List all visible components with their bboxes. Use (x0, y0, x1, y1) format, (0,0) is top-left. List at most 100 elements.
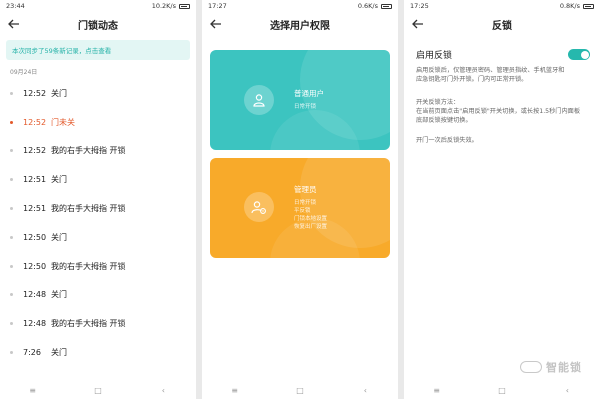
battery-icon (179, 3, 190, 9)
log-time: 12:51 (23, 204, 47, 214)
log-event: 我的右手大拇指 开锁 (51, 146, 126, 156)
timeline-dot (10, 91, 13, 95)
system-nav-bar: ≡ □ ‹ (404, 381, 600, 399)
watermark: 智能锁 (520, 359, 582, 375)
log-time: 12:52 (23, 146, 47, 156)
timeline-dot (10, 293, 13, 297)
card-permission: 日常开锁 (294, 104, 317, 110)
timeline-dot (10, 351, 13, 355)
log-time: 12:52 (23, 88, 47, 98)
network-speed: 10.2K/s (151, 2, 176, 10)
back-nav-button[interactable]: ‹ (559, 386, 575, 395)
app-bar: 选择用户权限 (202, 12, 398, 36)
log-row[interactable]: 12:52 我的右手大拇指 开锁 (0, 137, 196, 166)
log-event: 关门 (51, 232, 67, 242)
back-arrow-icon[interactable] (210, 17, 226, 31)
log-row[interactable]: 12:51 我的右手大拇指 开锁 (0, 194, 196, 223)
home-nav-button[interactable]: □ (90, 386, 106, 395)
card-title: 管理员 (294, 185, 317, 194)
log-time: 7:26 (23, 348, 41, 358)
timeline-dot (10, 120, 13, 124)
back-arrow-icon[interactable] (8, 17, 24, 31)
toggle-label: 启用反锁 (416, 51, 453, 61)
log-row-alert[interactable]: 12:52 门未关 (0, 108, 196, 137)
home-nav-button[interactable]: □ (494, 386, 510, 395)
log-row[interactable]: 12:50 关门 (0, 223, 196, 252)
log-row[interactable]: 12:50 我的右手大拇指 开锁 (0, 252, 196, 281)
activity-log: 12:52 关门 12:52 门未关 12:52 我的右手大拇指 开锁 12:51 关门… (0, 79, 196, 367)
status-time: 17:27 (208, 2, 227, 10)
system-nav-bar: ≡ □ ‹ (202, 381, 398, 399)
log-event: 我的右手大拇指 开锁 (51, 261, 126, 271)
back-nav-button[interactable]: ‹ (155, 386, 171, 395)
log-time: 12:48 (23, 290, 47, 300)
deadlock-settings-screen: 17:25 0.8K/s 反锁 启用反锁 启用反锁后，仅管理员密码、管理员指纹、… (404, 0, 600, 399)
network-speed: 0.6K/s (357, 2, 378, 10)
menu-nav-button[interactable]: ≡ (429, 386, 445, 395)
timeline-dot (10, 149, 13, 153)
status-bar: 23:44 10.2K/s (0, 0, 196, 12)
card-permission: 恢复出厂设置 (294, 224, 328, 230)
admin-card[interactable]: 管理员 日常开锁 平反锁 门锁本地设置 恢复出厂设置 (210, 158, 390, 258)
timeline-dot (10, 178, 13, 182)
battery-icon (583, 3, 594, 9)
card-permission: 门锁本地设置 (294, 216, 328, 222)
log-row[interactable]: 12:52 关门 (0, 79, 196, 108)
menu-nav-button[interactable]: ≡ (25, 386, 41, 395)
deadlock-note: 开门一次后反锁失效。 (416, 137, 478, 144)
back-arrow-icon[interactable] (412, 17, 428, 31)
log-time: 12:50 (23, 261, 47, 271)
card-permission: 平反锁 (294, 208, 311, 214)
page-title: 反锁 (492, 20, 512, 32)
timeline-dot (10, 264, 13, 268)
status-time: 23:44 (6, 2, 25, 10)
deadlock-section: 启用反锁 启用反锁后，仅管理员密码、管理员指纹、手机蓝牙和应急钥匙可门外开锁。门… (404, 36, 600, 144)
log-row[interactable]: 12:51 关门 (0, 165, 196, 194)
watermark-logo-icon (520, 361, 542, 373)
log-time: 12:48 (23, 319, 47, 329)
normal-user-card[interactable]: 普通用户 日常开锁 (210, 50, 390, 150)
log-event: 关门 (51, 175, 67, 185)
timeline-dot (10, 322, 13, 326)
user-icon (244, 85, 274, 115)
method-title: 开关反锁方法： (416, 99, 460, 106)
card-permission: 日常开锁 (294, 200, 317, 206)
log-time: 12:50 (23, 232, 47, 242)
watermark-text: 智能锁 (546, 361, 582, 374)
log-row[interactable]: 7:26 关门 (0, 338, 196, 367)
log-time: 12:51 (23, 175, 47, 185)
log-event: 我的右手大拇指 开锁 (51, 319, 126, 329)
lock-activity-screen: 23:44 10.2K/s 门锁动态 本次同步了59条新记录，点击查看 09月2… (0, 0, 196, 399)
log-row[interactable]: 12:48 关门 (0, 281, 196, 310)
method-text: 在当前页面点击"启用反锁"开关切换，或长按1.5秒门内面板底部反锁按键切换。 (416, 108, 581, 124)
log-event: 我的右手大拇指 开锁 (51, 204, 126, 214)
sync-banner[interactable]: 本次同步了59条新记录，点击查看 (6, 40, 190, 60)
status-bar: 17:25 0.8K/s (404, 0, 600, 12)
page-title: 门锁动态 (78, 20, 118, 32)
log-event: 关门 (51, 348, 67, 358)
back-nav-button[interactable]: ‹ (357, 386, 373, 395)
network-speed: 0.8K/s (559, 2, 580, 10)
app-bar: 门锁动态 (0, 12, 196, 36)
user-permission-screen: 17:27 0.6K/s 选择用户权限 普通用户 日常开锁 管理员 日常开锁 平… (202, 0, 398, 399)
deadlock-toggle[interactable] (568, 49, 590, 60)
date-label: 09月24日 (10, 69, 38, 76)
page-title: 选择用户权限 (270, 20, 330, 32)
log-event: 关门 (51, 290, 67, 300)
timeline-dot (10, 207, 13, 211)
menu-nav-button[interactable]: ≡ (227, 386, 243, 395)
status-time: 17:25 (410, 2, 429, 10)
deadlock-description: 启用反锁后，仅管理员密码、管理员指纹、手机蓝牙和应急钥匙可门外开锁。门内可正常开… (416, 67, 565, 83)
admin-user-icon (244, 192, 274, 222)
log-row[interactable]: 12:48 我的右手大拇指 开锁 (0, 309, 196, 338)
system-nav-bar: ≡ □ ‹ (0, 381, 196, 399)
log-event: 关门 (51, 88, 67, 98)
timeline-dot (10, 235, 13, 239)
home-nav-button[interactable]: □ (292, 386, 308, 395)
log-event: 门未关 (51, 117, 75, 127)
app-bar: 反锁 (404, 12, 600, 36)
status-bar: 17:27 0.6K/s (202, 0, 398, 12)
battery-icon (381, 3, 392, 9)
card-title: 普通用户 (294, 89, 324, 98)
log-time: 12:52 (23, 117, 47, 127)
